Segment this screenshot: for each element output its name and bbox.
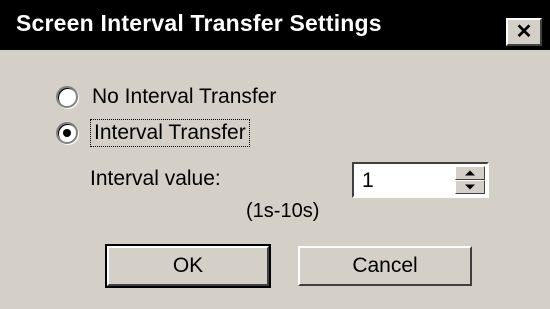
close-icon: ✕ — [515, 21, 533, 43]
spin-down-button[interactable] — [455, 180, 485, 194]
close-button[interactable]: ✕ — [506, 18, 542, 46]
arrow-down-icon — [465, 184, 475, 190]
radio-button-unchecked-icon[interactable] — [56, 86, 78, 108]
radio-dot-icon — [63, 129, 71, 137]
radio-no-interval-transfer[interactable]: No Interval Transfer — [56, 82, 276, 112]
interval-value-spinbox[interactable]: 1 — [352, 162, 489, 198]
ok-button[interactable]: OK — [105, 244, 271, 288]
radio-label-interval-transfer: Interval Transfer — [90, 119, 250, 147]
spin-up-button[interactable] — [455, 166, 485, 180]
dialog-title: Screen Interval Transfer Settings — [16, 10, 382, 36]
interval-range-hint: (1s-10s) — [246, 200, 320, 222]
radio-label-no-interval-transfer: No Interval Transfer — [92, 85, 277, 108]
screen-interval-transfer-dialog: Screen Interval Transfer Settings ✕ No I… — [0, 0, 550, 309]
interval-value-input[interactable]: 1 — [362, 169, 374, 193]
radio-button-checked-icon[interactable] — [56, 122, 78, 144]
title-bar[interactable]: Screen Interval Transfer Settings ✕ — [0, 0, 550, 50]
radio-interval-transfer[interactable]: Interval Transfer — [56, 118, 250, 148]
interval-value-label: Interval value: — [90, 167, 221, 190]
arrow-up-icon — [465, 170, 475, 176]
spin-buttons — [455, 166, 485, 194]
cancel-button[interactable]: Cancel — [298, 246, 472, 286]
